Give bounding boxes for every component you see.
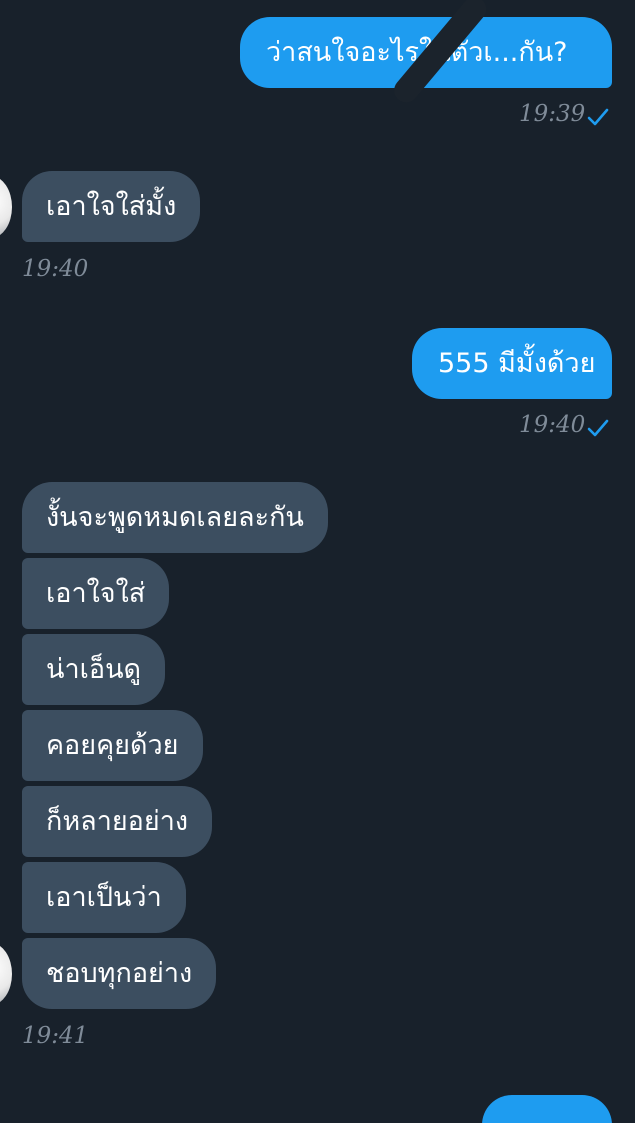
message-text: งั้นจะพูดหมดเลยละกัน — [46, 502, 304, 533]
message-text: น่าเอ็นดู — [46, 654, 142, 685]
message-timestamp: 19:40 — [22, 256, 89, 282]
contact-avatar[interactable] — [0, 943, 12, 1005]
outgoing-message-bubble[interactable] — [482, 1095, 612, 1123]
check-icon — [587, 419, 609, 437]
chat-thread[interactable]: ว่าสนใจอะไรในตัวเ...กัน? 19:39 เอาใจใส่ม… — [0, 0, 635, 1123]
incoming-message-bubble[interactable]: งั้นจะพูดหมดเลยละกัน — [22, 482, 328, 553]
incoming-message-bubble[interactable]: น่าเอ็นดู — [22, 634, 166, 705]
incoming-message-bubble[interactable]: ก็หลายอย่าง — [22, 786, 213, 857]
message-text: เอาใจใส่ — [46, 578, 146, 609]
message-text: 555 มีมั้งด้วย — [438, 348, 596, 379]
contact-avatar[interactable] — [0, 176, 12, 238]
incoming-message-bubble[interactable]: เอาใจใส่ — [22, 558, 170, 629]
message-text: ชอบทุกอย่าง — [46, 958, 193, 989]
message-timestamp: 19:40 — [519, 412, 586, 438]
incoming-message-bubble[interactable]: ชอบทุกอย่าง — [22, 938, 217, 1009]
incoming-message-bubble[interactable]: เอาเป็นว่า — [22, 862, 186, 933]
message-text: เอาเป็นว่า — [46, 882, 162, 913]
check-icon — [587, 108, 609, 126]
message-timestamp: 19:39 — [519, 101, 586, 127]
message-text: ก็หลายอย่าง — [46, 806, 189, 837]
outgoing-message-bubble[interactable]: 555 มีมั้งด้วย — [412, 328, 612, 399]
message-text: คอยคุยด้วย — [46, 730, 179, 761]
message-timestamp: 19:41 — [22, 1023, 89, 1049]
incoming-message-bubble[interactable]: คอยคุยด้วย — [22, 710, 203, 781]
message-text: เอาใจใส่มั้ง — [46, 191, 177, 222]
incoming-message-bubble[interactable]: เอาใจใส่มั้ง — [22, 171, 201, 242]
